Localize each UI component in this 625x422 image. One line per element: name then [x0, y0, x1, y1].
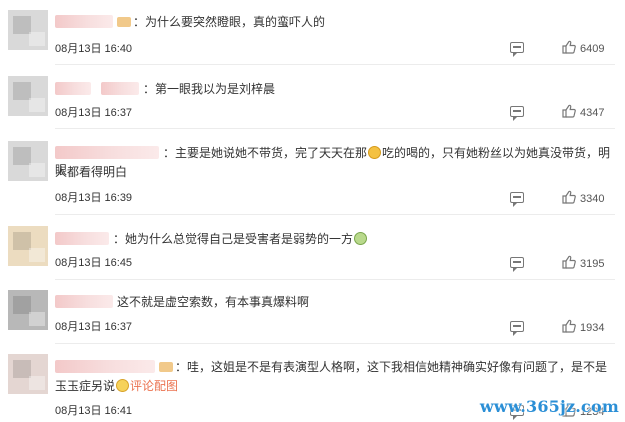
like-count: 6409 — [580, 43, 605, 55]
comment-image-link[interactable]: 评论配图 — [130, 379, 178, 393]
username-blurred[interactable] — [55, 232, 109, 245]
avatar[interactable] — [8, 10, 48, 50]
reply-icon[interactable] — [510, 257, 524, 272]
comment-body: ：为什么要突然瞪眼，真的蛮吓人的 — [55, 14, 611, 31]
like-icon[interactable] — [562, 40, 576, 54]
comment-text: 人都看得明白 — [55, 165, 128, 179]
like-icon[interactable] — [562, 255, 576, 269]
comment-body: ：第一眼我以为是刘梓晨 — [55, 81, 611, 98]
reply-icon[interactable] — [510, 192, 524, 207]
avatar[interactable] — [8, 76, 48, 116]
comment-text: ：第一眼我以为是刘梓晨 — [143, 82, 276, 96]
username-blurred — [101, 82, 139, 95]
timestamp: 08月13日 16:39 — [55, 192, 133, 204]
like-count: 3340 — [580, 193, 605, 205]
smile-emoji-icon — [116, 379, 130, 392]
avatar[interactable] — [8, 141, 48, 181]
timestamp: 08月13日 16:40 — [55, 43, 133, 55]
like-icon[interactable] — [562, 104, 576, 118]
username-blurred[interactable] — [55, 15, 113, 28]
avatar[interactable] — [8, 354, 48, 394]
comment-body-cont: 玉玉症另说 评论配图 — [55, 378, 611, 395]
tea-emoji-icon — [354, 232, 368, 245]
sad-face-emoji-icon — [368, 146, 382, 159]
crown-badge-icon — [159, 362, 173, 372]
username-blurred[interactable] — [55, 360, 155, 373]
divider — [55, 128, 615, 129]
reply-icon[interactable] — [510, 321, 524, 336]
timestamp: 08月13日 16:37 — [55, 107, 133, 119]
like-count: 3195 — [580, 258, 605, 270]
badge-icon — [117, 17, 131, 27]
comment-body: 这不就是虚空索数，有本事真爆料啊 — [55, 294, 611, 311]
comment-text: 这不就是虚空索数，有本事真爆料啊 — [117, 295, 310, 309]
username-blurred[interactable] — [55, 295, 113, 308]
comment-text: ：主要是她说她不带货，完了天天在那 — [163, 146, 368, 160]
timestamp: 08月13日 16:37 — [55, 321, 133, 333]
comment-text: ：哇，这姐是不是有表演型人格啊，这下我相信她精神确实好像有问题了，是不是 — [175, 360, 608, 374]
divider — [55, 279, 615, 280]
reply-icon[interactable] — [510, 106, 524, 121]
comment-text: ：她为什么总觉得自己是受害者是弱势的一方 — [113, 232, 354, 246]
comment-body: ：她为什么总觉得自己是受害者是弱势的一方 — [55, 231, 611, 248]
like-count: 1934 — [580, 322, 605, 334]
username-blurred[interactable] — [55, 82, 91, 95]
divider — [55, 343, 615, 344]
comment-text: 玉玉症另说 — [55, 379, 116, 393]
avatar[interactable] — [8, 226, 48, 266]
timestamp: 08月13日 16:45 — [55, 257, 133, 269]
comment-text: ：为什么要突然瞪眼，真的蛮吓人的 — [133, 15, 326, 29]
comment-body: ：哇，这姐是不是有表演型人格啊，这下我相信她精神确实好像有问题了，是不是 — [55, 359, 611, 376]
username-blurred[interactable] — [55, 146, 159, 159]
like-icon[interactable] — [562, 319, 576, 333]
timestamp: 08月13日 16:41 — [55, 405, 133, 417]
reply-icon[interactable] — [510, 42, 524, 57]
site-watermark: www.365jz.com — [479, 397, 619, 416]
like-icon[interactable] — [562, 190, 576, 204]
comment-body-cont: 人都看得明白 — [55, 164, 611, 181]
avatar[interactable] — [8, 290, 48, 330]
divider — [55, 64, 615, 65]
like-count: 4347 — [580, 107, 605, 119]
divider — [55, 214, 615, 215]
